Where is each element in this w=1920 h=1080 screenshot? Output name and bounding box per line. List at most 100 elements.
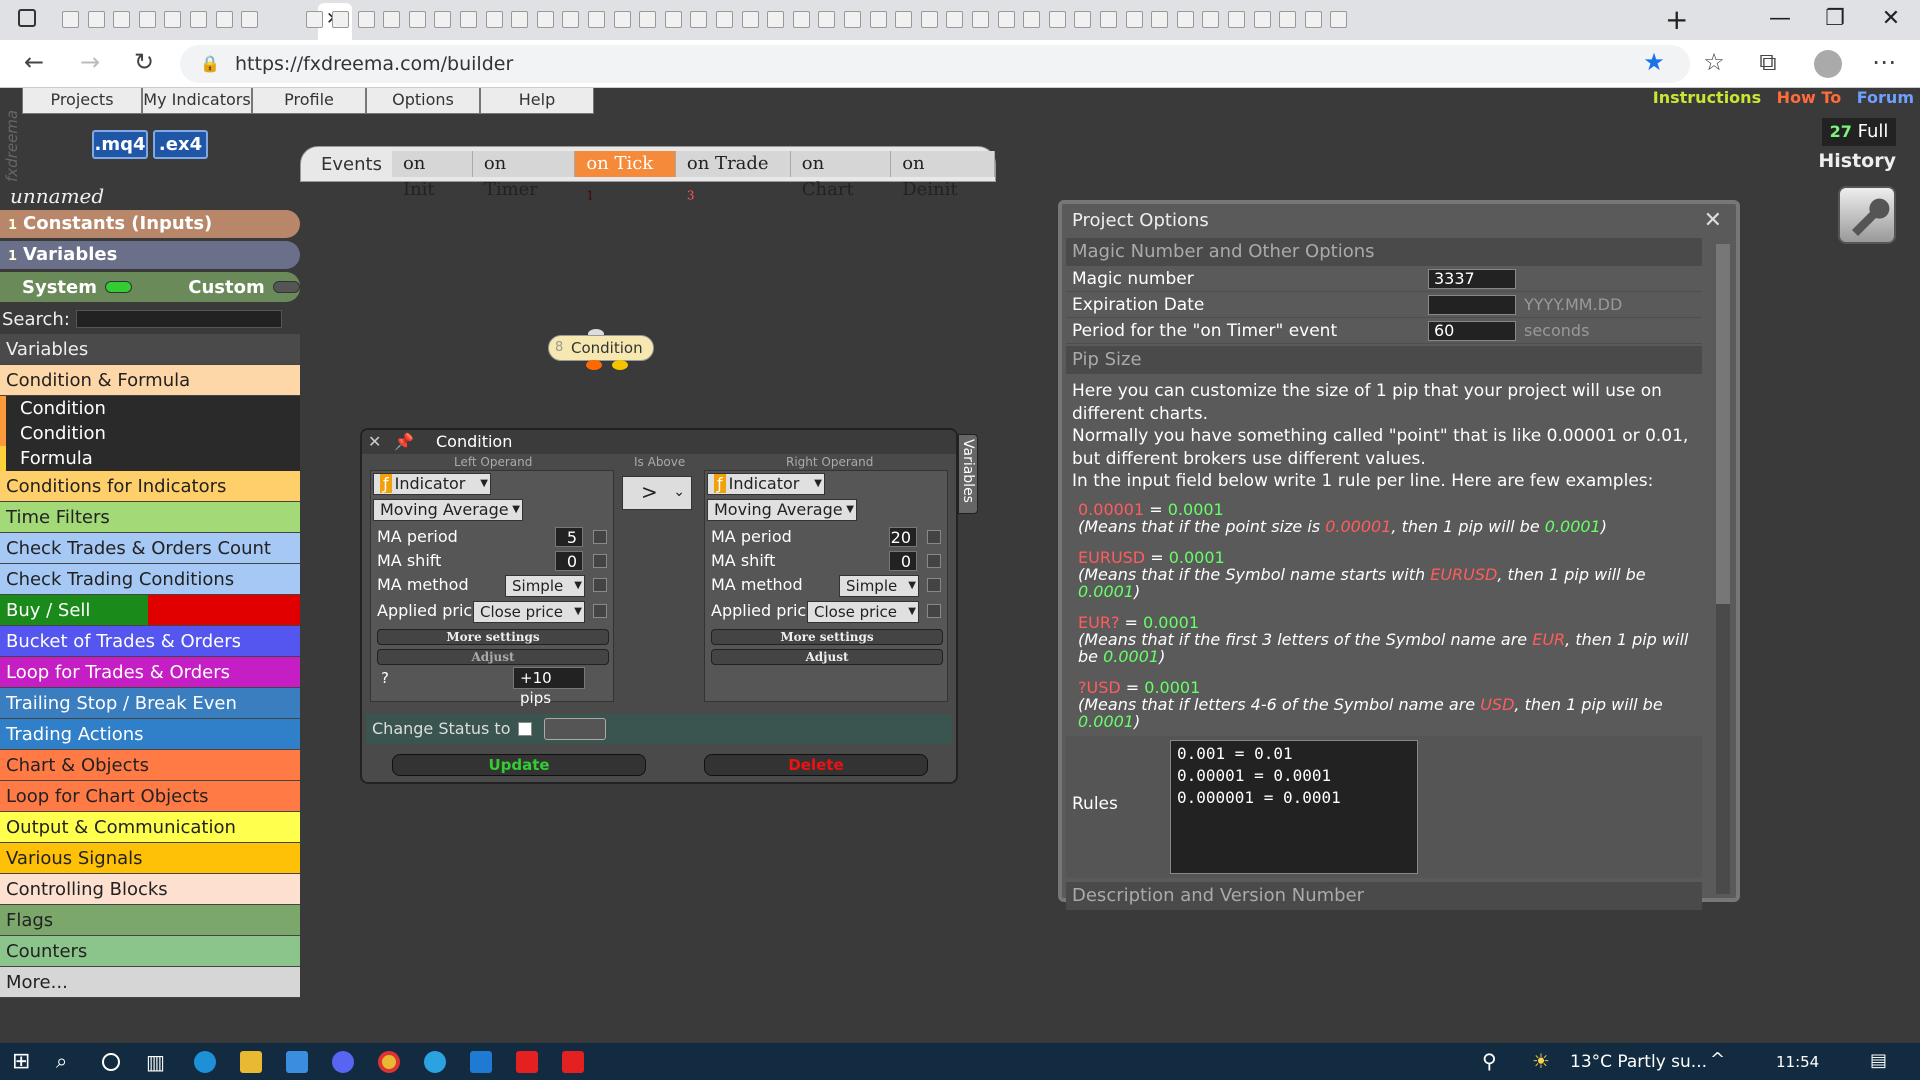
tab-favicon-icon[interactable] <box>241 11 259 28</box>
tab-favicon-icon[interactable] <box>1048 11 1066 28</box>
mail-icon[interactable] <box>286 1051 308 1073</box>
new-tab-icon[interactable]: + <box>1665 3 1688 36</box>
timer-period-input[interactable]: 60 <box>1428 321 1516 341</box>
forum-link[interactable]: Forum <box>1857 88 1914 107</box>
tab-favicon-icon[interactable] <box>1151 11 1169 28</box>
wrench-icon[interactable] <box>1838 186 1896 244</box>
condition-node[interactable]: 8 Condition <box>548 335 654 361</box>
tab-on-trade[interactable]: on Trade 3 <box>675 151 791 203</box>
category-item[interactable]: Chart & Objects <box>0 750 300 781</box>
tab-favicon-icon[interactable] <box>869 11 887 28</box>
tab-on-tick[interactable]: on Tick 1 <box>575 151 676 203</box>
tab-favicon-icon[interactable] <box>164 11 182 28</box>
tab-favicon-icon[interactable] <box>741 11 759 28</box>
tab-favicon-icon[interactable] <box>1304 11 1322 28</box>
tab-favicon-icon[interactable] <box>1253 11 1271 28</box>
tab-on-chart[interactable]: on Chart <box>790 151 892 200</box>
param-checkbox[interactable] <box>593 530 607 544</box>
forward-icon[interactable]: → <box>72 48 108 76</box>
close-icon[interactable]: ✕ <box>368 430 381 454</box>
category-item[interactable]: Output & Communication <box>0 812 300 843</box>
reload-icon[interactable]: ↻ <box>126 48 162 76</box>
tab-favicon-icon[interactable] <box>138 11 156 28</box>
pip-size-section-header[interactable]: Pip Size <box>1066 346 1702 374</box>
tab-favicon-icon[interactable] <box>792 11 810 28</box>
tab-favicon-icon[interactable] <box>946 11 964 28</box>
tab-favicon-icon[interactable] <box>1176 11 1194 28</box>
instructions-link[interactable]: Instructions <box>1653 88 1761 107</box>
project-name[interactable]: unnamed <box>0 182 300 210</box>
tab-favicon-icon[interactable] <box>485 11 503 28</box>
tab-favicon-icon[interactable] <box>511 11 529 28</box>
tab-favicon-icon[interactable] <box>190 11 207 28</box>
menu-profile[interactable]: Profile <box>252 88 366 114</box>
more-settings-button[interactable]: More settings <box>711 629 943 645</box>
window-close-icon[interactable]: ✕ <box>1871 6 1911 31</box>
tab-favicon-icon[interactable] <box>408 11 426 28</box>
ig-app-icon[interactable] <box>562 1051 584 1073</box>
adjust-button[interactable]: Adjust <box>377 649 609 665</box>
left-indicator-select[interactable]: Moving Average ▼ <box>373 499 523 521</box>
tab-favicon-icon[interactable] <box>1100 11 1117 28</box>
variables-side-tab[interactable]: Variables <box>958 434 978 514</box>
tab-favicon-icon[interactable] <box>664 11 682 28</box>
tab-favicon-icon[interactable] <box>332 11 349 28</box>
update-button[interactable]: Update <box>392 754 646 776</box>
param-select[interactable]: Simple ▼ <box>505 575 585 597</box>
people-icon[interactable]: ⚲ <box>1482 1049 1497 1073</box>
left-type-select[interactable]: ƒ Indicator ▼ <box>373 473 491 495</box>
category-item[interactable]: Counters <box>0 936 300 967</box>
category-item[interactable]: Check Trading Conditions <box>0 564 300 595</box>
notifications-icon[interactable]: ▤ <box>1870 1050 1887 1071</box>
category-item[interactable]: Condition & Formula <box>0 365 300 396</box>
constants-item[interactable]: 1 Constants (Inputs) <box>0 210 300 238</box>
right-type-select[interactable]: ƒ Indicator ▼ <box>707 473 825 495</box>
tab-favicon-icon[interactable] <box>306 11 324 28</box>
adjust-button[interactable]: Adjust <box>711 649 943 665</box>
tab-favicon-icon[interactable] <box>920 11 938 28</box>
param-select[interactable]: Simple ▼ <box>839 575 919 597</box>
delete-button[interactable]: Delete <box>704 754 928 776</box>
tab-favicon-icon[interactable] <box>895 11 913 28</box>
adjust-help[interactable]: ? <box>381 669 389 687</box>
export-mq4-button[interactable]: .mq4 <box>92 130 148 159</box>
task-view-icon[interactable]: ▥ <box>146 1050 165 1074</box>
tab-favicon-icon[interactable] <box>215 11 233 28</box>
scrollbar[interactable] <box>1716 244 1730 894</box>
tab-favicon-icon[interactable] <box>1074 11 1092 28</box>
tab-favicon-icon[interactable] <box>613 11 631 28</box>
export-ex4-button[interactable]: .ex4 <box>153 130 208 159</box>
magic-section-header[interactable]: Magic Number and Other Options <box>1066 238 1702 266</box>
tab-favicon-icon[interactable] <box>844 11 861 28</box>
minimize-icon[interactable]: — <box>1760 6 1800 31</box>
param-checkbox[interactable] <box>927 530 941 544</box>
param-value[interactable]: 5 <box>555 527 583 547</box>
expiration-input[interactable] <box>1428 295 1516 315</box>
param-value[interactable]: 0 <box>889 551 917 571</box>
category-item[interactable]: Conditions for Indicators <box>0 471 300 502</box>
category-item[interactable]: Loop for Trades & Orders <box>0 657 300 688</box>
param-checkbox[interactable] <box>593 554 607 568</box>
param-checkbox[interactable] <box>927 578 941 592</box>
category-item[interactable]: Flags <box>0 905 300 936</box>
more-menu-icon[interactable]: ⋯ <box>1866 48 1902 76</box>
param-checkbox[interactable] <box>927 604 941 618</box>
tray-chevron-icon[interactable]: ^ <box>1710 1049 1725 1070</box>
tab-favicon-icon[interactable] <box>818 11 836 28</box>
search-icon[interactable]: ⌕ <box>56 1049 67 1073</box>
tab-favicon-icon[interactable] <box>87 11 105 28</box>
scrollbar-thumb[interactable] <box>1716 244 1730 604</box>
tab-favicon-icon[interactable] <box>1023 11 1041 28</box>
tab-favicon-icon[interactable] <box>536 11 554 28</box>
param-value[interactable]: 20 <box>889 527 917 547</box>
close-icon[interactable]: ✕ <box>1704 204 1722 238</box>
maximize-icon[interactable]: ❐ <box>1815 6 1855 31</box>
adjust-value[interactable]: +10 pips <box>513 667 585 707</box>
file-explorer-icon[interactable] <box>240 1051 262 1073</box>
howto-link[interactable]: How To <box>1777 88 1842 107</box>
category-item[interactable]: Time Filters <box>0 502 300 533</box>
operator-select[interactable]: > ⌄ <box>622 476 692 510</box>
category-item[interactable]: Trailing Stop / Break Even <box>0 688 300 719</box>
tab-favicon-icon[interactable] <box>639 11 657 28</box>
custom-toggle[interactable] <box>272 281 300 293</box>
